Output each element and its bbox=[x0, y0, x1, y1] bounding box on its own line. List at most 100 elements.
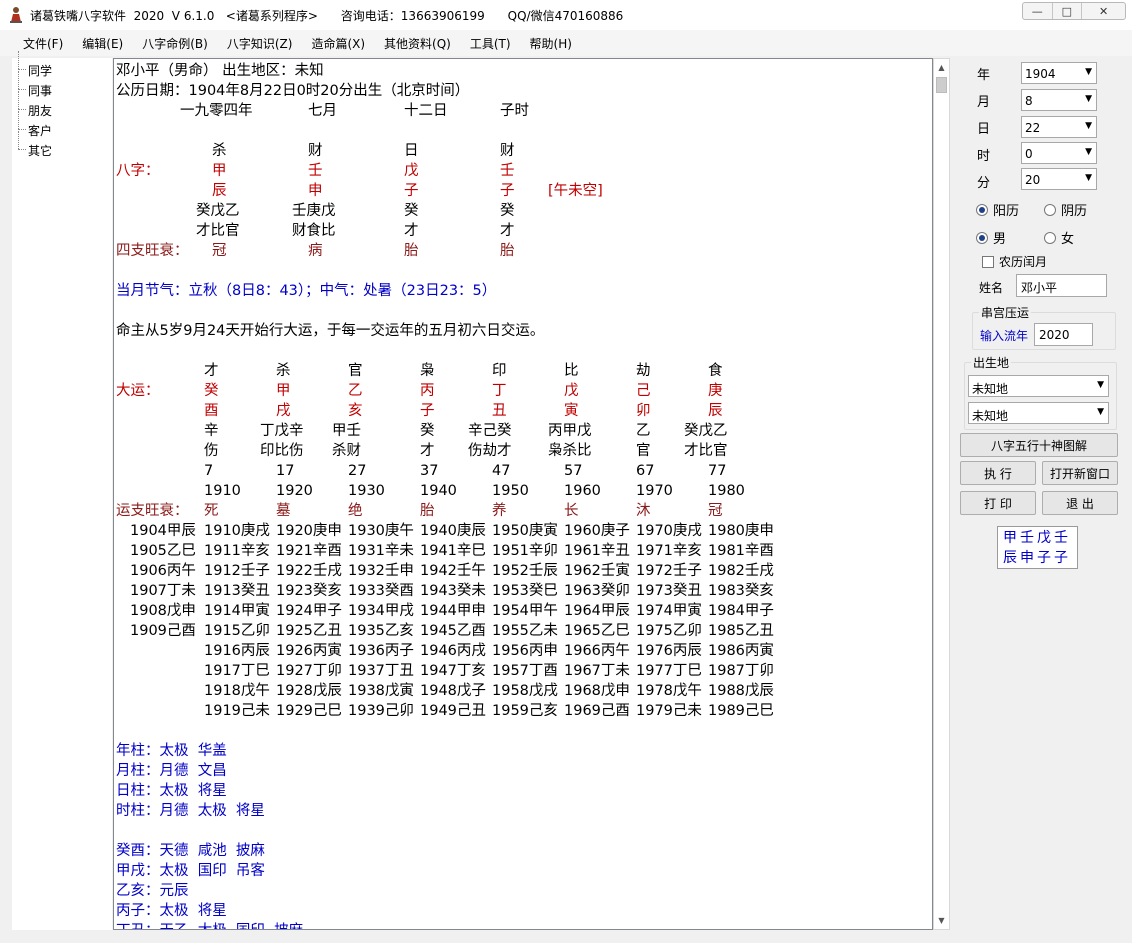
print-button[interactable]: 打 印 bbox=[960, 491, 1036, 515]
dayun-branch: 酉 bbox=[204, 403, 219, 419]
dayun-hidden-god: 才 bbox=[420, 443, 435, 459]
dayun-god: 劫 bbox=[636, 363, 651, 379]
day-select[interactable]: 22 ▼ bbox=[1021, 116, 1097, 138]
liunian-input[interactable]: 2020 bbox=[1034, 323, 1093, 346]
year-ganzhi: 1968戊申 bbox=[564, 683, 630, 699]
dayun-branch: 亥 bbox=[348, 403, 363, 419]
year-ganzhi: 1954甲午 bbox=[492, 603, 558, 619]
city-select[interactable]: 未知地 ▼ bbox=[968, 402, 1109, 424]
yun-wangshuai: 养 bbox=[492, 503, 507, 519]
solar-label: 阳历 bbox=[993, 204, 1020, 219]
birthplace-title: 出生地 bbox=[971, 354, 1012, 371]
exit-button[interactable]: 退 出 bbox=[1042, 491, 1118, 515]
year-row: 1904甲辰 1910庚戌 1920庚申 1930庚午 1940庚辰 1950庚寅 1960… bbox=[116, 521, 926, 541]
yun-wangshuai: 冠 bbox=[708, 503, 723, 519]
menu-help[interactable]: 帮助(H) bbox=[523, 30, 579, 56]
name-line: 邓小平（男命） 出生地区：未知 bbox=[116, 63, 324, 79]
minute-select[interactable]: 20 ▼ bbox=[1021, 168, 1097, 190]
bazi-label: 八字： bbox=[116, 163, 160, 179]
radio-checked-icon bbox=[976, 231, 988, 244]
year-select[interactable]: 1904 ▼ bbox=[1021, 62, 1097, 84]
stem: 壬 bbox=[308, 163, 323, 179]
window-controls: — □ ✕ bbox=[1022, 2, 1126, 20]
mini-branches: 辰申子子 bbox=[1003, 550, 1071, 566]
province-select[interactable]: 未知地 ▼ bbox=[968, 375, 1109, 397]
year-ganzhi: 1912壬子 bbox=[204, 563, 270, 579]
report-text[interactable]: 邓小平（男命） 出生地区：未知 公历日期：1904年8月22日0时20分出生（北… bbox=[113, 58, 933, 930]
yun-wangshuai: 绝 bbox=[348, 503, 363, 519]
female-label: 女 bbox=[1061, 232, 1075, 247]
radio-unchecked-icon bbox=[1044, 203, 1056, 216]
menu-edit[interactable]: 编辑(E) bbox=[75, 30, 130, 56]
tree-item-classmate[interactable]: 同学 bbox=[16, 51, 52, 79]
year-ganzhi: 1905乙巳 bbox=[130, 543, 196, 559]
stem: 甲 bbox=[212, 163, 227, 179]
year-ganzhi: 1913癸丑 bbox=[204, 583, 270, 599]
year-ganzhi: 1908戊申 bbox=[130, 603, 196, 619]
wuxing-chart-button[interactable]: 八字五行十神图解 bbox=[960, 433, 1118, 457]
minimize-button[interactable]: — bbox=[1023, 3, 1052, 19]
dayun-branch: 寅 bbox=[564, 403, 579, 419]
year-ganzhi: 1948戊子 bbox=[420, 683, 486, 699]
dayun-god: 比 bbox=[564, 363, 579, 379]
yun-wangshuai: 死 bbox=[204, 503, 219, 519]
kongwang: [午未空] bbox=[548, 183, 603, 199]
menu-tools[interactable]: 工具(T) bbox=[463, 30, 518, 56]
year-ganzhi: 1955乙未 bbox=[492, 623, 558, 639]
new-window-button[interactable]: 打开新窗口 bbox=[1042, 461, 1118, 485]
year-ganzhi: 1917丁巳 bbox=[204, 663, 270, 679]
day-value: 22 bbox=[1025, 121, 1041, 135]
wangshuai-label: 四支旺衰： bbox=[116, 243, 189, 259]
lunar-radio[interactable]: 阴历 bbox=[1044, 200, 1087, 219]
dayun-year: 1910 bbox=[204, 483, 241, 499]
menu-file[interactable]: 文件(F) bbox=[16, 30, 70, 56]
dayun-year: 1930 bbox=[348, 483, 385, 499]
year-ganzhi: 1945乙酉 bbox=[420, 623, 486, 639]
dayun-branches-line: 酉戌亥子丑寅卯辰 bbox=[116, 401, 926, 421]
tree-item-client[interactable]: 客户 bbox=[16, 111, 52, 139]
menu-zaoming[interactable]: 造命篇(X) bbox=[304, 30, 372, 56]
male-label: 男 bbox=[993, 232, 1007, 247]
name-input[interactable]: 邓小平 bbox=[1016, 274, 1107, 297]
leap-month-checkbox[interactable]: 农历闰月 bbox=[982, 253, 1047, 270]
year-ganzhi: 1989己巳 bbox=[708, 703, 774, 719]
scroll-down-icon[interactable]: ▼ bbox=[934, 912, 949, 929]
dayun-age: 27 bbox=[348, 463, 367, 479]
dayun-hidden-god: 枭杀比 bbox=[548, 443, 592, 459]
scroll-up-icon[interactable]: ▲ bbox=[934, 59, 949, 76]
tree-item-other[interactable]: 其它 bbox=[16, 131, 52, 159]
tree-item-friend[interactable]: 朋友 bbox=[16, 91, 52, 119]
run-button[interactable]: 执 行 bbox=[960, 461, 1036, 485]
stem-god: 财 bbox=[500, 143, 515, 159]
year-ganzhi: 1974甲寅 bbox=[636, 603, 702, 619]
year-ganzhi: 1961辛丑 bbox=[564, 543, 630, 559]
year-ganzhi: 1922壬戌 bbox=[276, 563, 342, 579]
tree-item-colleague[interactable]: 同事 bbox=[16, 71, 52, 99]
dayun-god: 杀 bbox=[276, 363, 291, 379]
year-ganzhi: 1933癸酉 bbox=[348, 583, 414, 599]
dayun-hidden-god: 印比伤 bbox=[260, 443, 304, 459]
radio-unchecked-icon bbox=[1044, 231, 1056, 244]
mini-stems: 甲壬戊壬 bbox=[1003, 530, 1071, 546]
pillar-stars-line: 月柱：月德 文昌 bbox=[116, 763, 227, 779]
menu-cases[interactable]: 八字命例(B) bbox=[135, 30, 215, 56]
chevron-down-icon: ▼ bbox=[1097, 407, 1104, 417]
year-row: 1908戊申 1914甲寅 1924甲子 1934甲戌 1944甲申 1954甲午 1964… bbox=[116, 601, 926, 621]
year-row: 1907丁未 1913癸丑 1923癸亥 1933癸酉 1943癸未 1953癸巳 1963… bbox=[116, 581, 926, 601]
month-select[interactable]: 8 ▼ bbox=[1021, 89, 1097, 111]
hour-select[interactable]: 0 ▼ bbox=[1021, 142, 1097, 164]
branch: 子 bbox=[500, 183, 515, 199]
scroll-thumb[interactable] bbox=[936, 77, 947, 93]
male-radio[interactable]: 男 bbox=[976, 228, 1006, 247]
maximize-button[interactable]: □ bbox=[1051, 3, 1082, 19]
female-radio[interactable]: 女 bbox=[1044, 228, 1074, 247]
solar-radio[interactable]: 阳历 bbox=[976, 200, 1019, 219]
year-ganzhi: 1920庚申 bbox=[276, 523, 342, 539]
report-scrollbar[interactable]: ▲ ▼ bbox=[933, 58, 950, 930]
menu-other[interactable]: 其他资料(Q) bbox=[377, 30, 458, 56]
year-ganzhi: 1930庚午 bbox=[348, 523, 414, 539]
close-button[interactable]: ✕ bbox=[1081, 3, 1125, 19]
menu-knowledge[interactable]: 八字知识(Z) bbox=[220, 30, 300, 56]
window-title: 诸葛铁嘴八字软件 2020 V 6.1.0 <诸葛系列程序> 咨询电话：1366… bbox=[30, 9, 624, 23]
pillar-stars-line: 时柱：月德 太极 将星 bbox=[116, 803, 265, 819]
